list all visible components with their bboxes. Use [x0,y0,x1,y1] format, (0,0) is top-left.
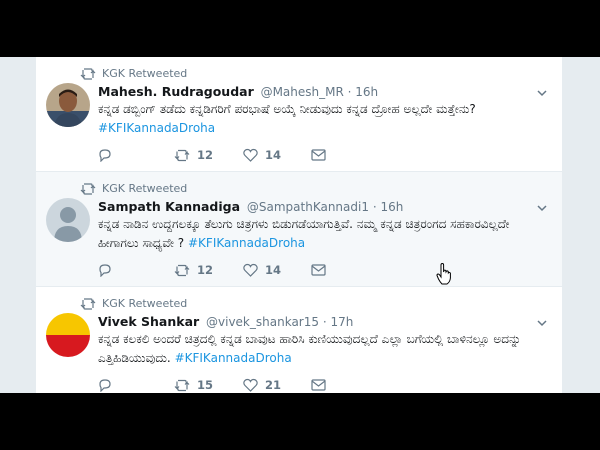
like-icon [243,263,258,277]
tweet-actions: 15 21 [98,378,361,392]
reply-button[interactable] [98,378,119,392]
tweet-card[interactable]: KGK Retweeted Sampath Kannadiga @Sampath… [36,172,562,287]
like-count: 21 [265,378,282,392]
tweet-time[interactable]: · 16h [373,200,404,214]
retweet-count: 15 [197,378,214,392]
like-button[interactable]: 14 [243,148,281,162]
like-button[interactable]: 14 [243,263,281,277]
message-button[interactable] [311,264,333,276]
retweet-count: 12 [197,148,214,162]
tweet-text-body: ಕನ್ನಡ ಕಲಕಲಿ ಅಂದರೆ ಚಿತ್ರದಲ್ಲಿ ಕನ್ನಡ ಬಾವುಟ… [98,332,522,365]
retweet-icon [80,297,96,310]
reply-icon [99,379,111,392]
avatar[interactable] [46,83,90,127]
tweet-time[interactable]: · 17h [323,315,354,329]
like-button[interactable]: 21 [243,378,281,392]
like-icon [243,378,258,392]
author-name[interactable]: Mahesh. Rudragoudar [98,84,254,99]
retweet-context: KGK Retweeted [80,297,187,310]
tweet-header: Sampath Kannadiga @SampathKannadi1 · 16h [98,199,403,214]
tweet-card[interactable]: KGK Retweeted Mahesh. Rudragoudar @Mahes… [36,57,562,172]
retweet-context-label: KGK Retweeted [102,297,188,310]
message-icon [311,264,326,276]
retweet-context: KGK Retweeted [80,182,187,195]
like-icon [243,148,258,162]
tweet-actions: 12 14 [98,263,361,277]
tweet-text: ಕನ್ನಡ ಕಲಕಲಿ ಅಂದರೆ ಚಿತ್ರದಲ್ಲಿ ಕನ್ನಡ ಬಾವುಟ… [98,330,543,368]
avatar[interactable] [46,198,90,242]
reply-button[interactable] [98,148,119,162]
retweet-icon [174,379,190,391]
retweet-button[interactable]: 12 [174,148,213,162]
message-icon [311,149,326,161]
retweet-icon [80,67,96,80]
like-count: 14 [265,263,282,277]
author-handle[interactable]: @SampathKannadi1 [247,200,369,214]
like-count: 14 [265,148,282,162]
timeline: KGK Retweeted Mahesh. Rudragoudar @Mahes… [36,57,562,393]
retweet-icon [174,264,190,276]
kannada-flag-avatar-icon [46,313,90,357]
hashtag-link[interactable]: #KFIKannadaDroha [98,121,215,135]
chevron-down-icon[interactable] [536,317,548,329]
default-avatar-icon [46,198,90,242]
author-handle[interactable]: @vivek_shankar15 [206,315,319,329]
retweet-context: KGK Retweeted [80,67,187,80]
hashtag-link[interactable]: #KFIKannadaDroha [188,236,305,250]
message-button[interactable] [311,149,333,161]
tweet-header: Mahesh. Rudragoudar @Mahesh_MR · 16h [98,84,378,99]
chevron-down-icon[interactable] [536,202,548,214]
tweet-actions: 12 14 [98,148,361,162]
retweet-count: 12 [197,263,214,277]
author-name[interactable]: Sampath Kannadiga [98,199,240,214]
tweet-text: ಕನ್ನಡ ನಾಡಿನ ಉದ್ದಗಲಕ್ಕೂ ತೆಲುಗು ಚಿತ್ರಗಳು ಬ… [98,215,543,253]
chevron-down-icon[interactable] [536,87,548,99]
tweet-text: ಕನ್ನಡ ಡಬ್ಬಿಂಗ್ ತಡೆದು ಕನ್ನಡಿಗರಿಗೆ ಪರಭಾಷೆ … [98,100,543,138]
retweet-context-label: KGK Retweeted [102,67,188,80]
reply-button[interactable] [98,263,119,277]
hand-cursor-icon [436,263,451,285]
retweet-context-label: KGK Retweeted [102,182,188,195]
tweet-time[interactable]: · 16h [348,85,379,99]
avatar[interactable] [46,313,90,357]
hashtag-link[interactable]: #KFIKannadaDroha [175,351,292,365]
reply-icon [99,264,111,277]
retweet-icon [80,182,96,195]
message-button[interactable] [311,379,333,391]
avatar-photo-icon [46,83,90,127]
screenshot-frame: KGK Retweeted Mahesh. Rudragoudar @Mahes… [0,0,600,450]
retweet-button[interactable]: 15 [174,378,213,392]
tweet-header: Vivek Shankar @vivek_shankar15 · 17h [98,314,353,329]
tweet-text-body: ಕನ್ನಡ ಡಬ್ಬಿಂಗ್ ತಡೆದು ಕನ್ನಡಿಗರಿಗೆ ಪರಭಾಷೆ … [98,102,476,116]
retweet-button[interactable]: 12 [174,263,213,277]
message-icon [311,379,326,391]
tweet-card[interactable]: KGK Retweeted Vivek Shankar @vivek_shank… [36,287,562,393]
retweet-icon [174,149,190,161]
reply-icon [99,149,111,162]
author-name[interactable]: Vivek Shankar [98,314,199,329]
author-handle[interactable]: @Mahesh_MR [261,85,344,99]
